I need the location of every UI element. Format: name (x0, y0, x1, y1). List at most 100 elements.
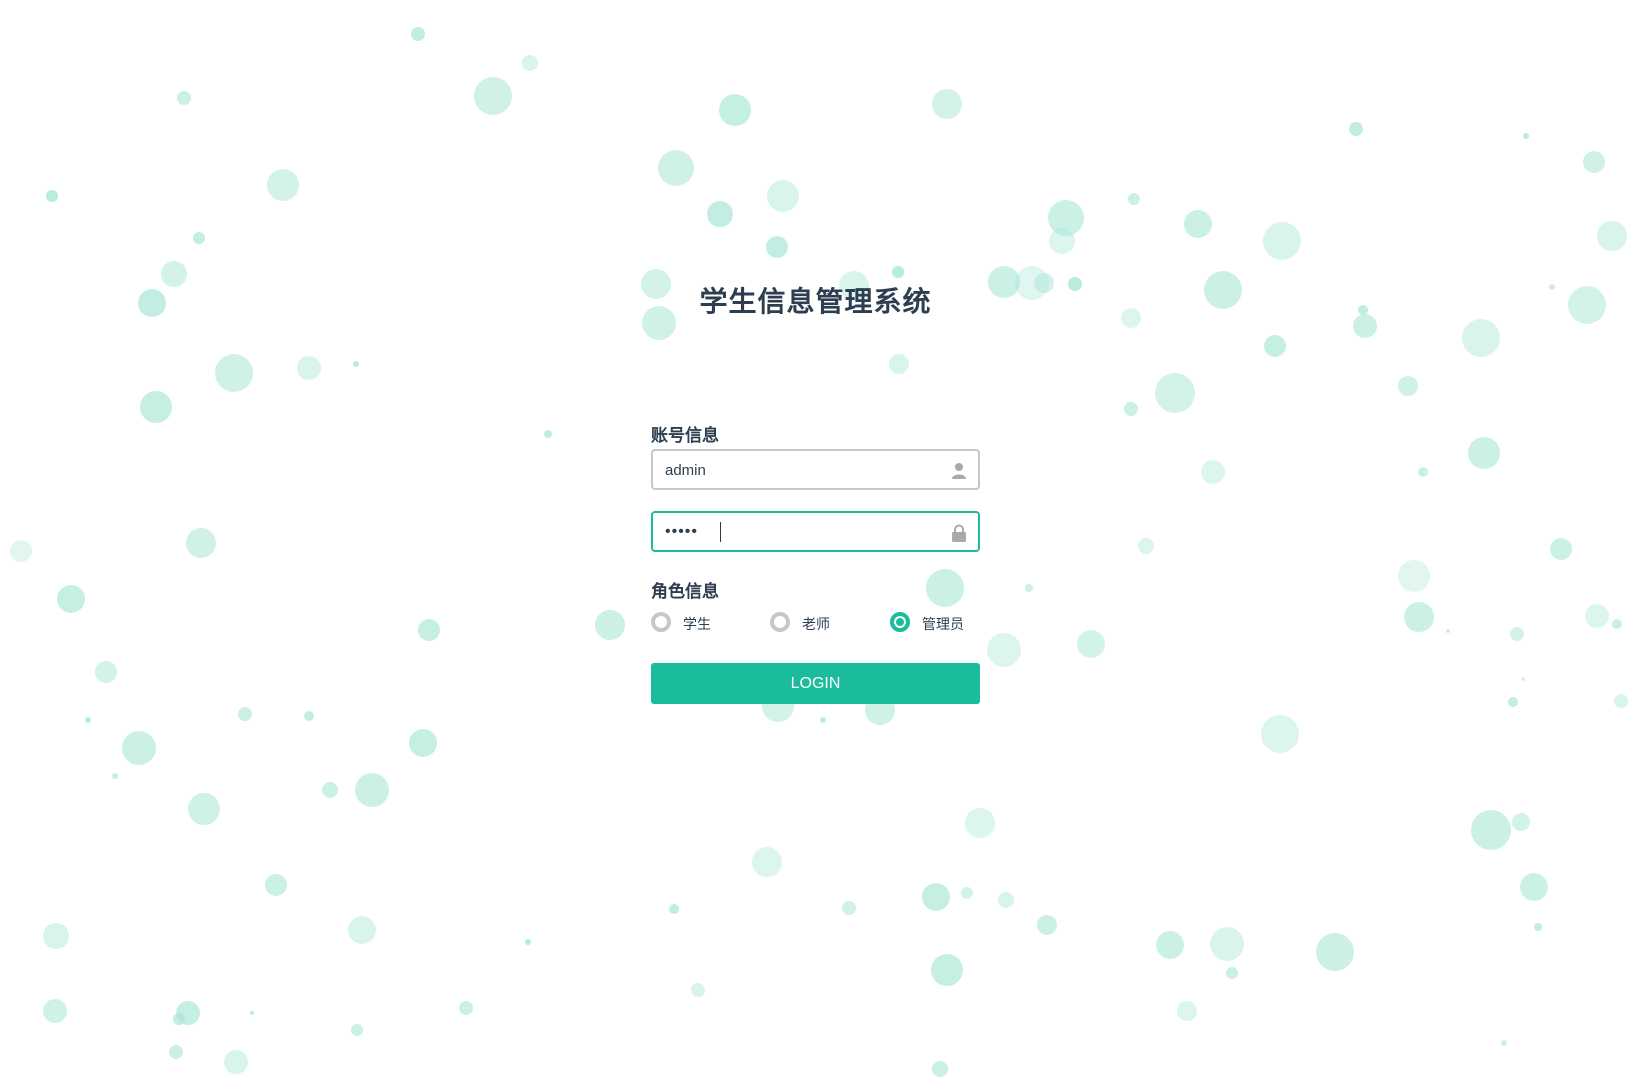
bubble-decoration (965, 808, 995, 838)
bubble-decoration (1398, 376, 1418, 396)
bubble-decoration (1358, 305, 1368, 315)
bubble-decoration (1614, 694, 1628, 708)
bubble-decoration (1068, 277, 1082, 291)
bubble-decoration (987, 633, 1021, 667)
bubble-decoration (889, 354, 909, 374)
password-value: ••••• (665, 523, 699, 540)
page-title: 学生信息管理系统 (699, 286, 932, 317)
bubble-decoration (418, 619, 440, 641)
radio-button-selected[interactable] (890, 612, 910, 632)
username-value: admin (665, 462, 706, 479)
bubble-decoration (752, 847, 782, 877)
bubble-decoration (1184, 210, 1212, 238)
bubble-decoration (95, 661, 117, 683)
bubble-decoration (1501, 1040, 1507, 1046)
bubble-decoration (1034, 273, 1054, 293)
bubble-decoration (1263, 222, 1301, 260)
bubble-decoration (1462, 319, 1500, 357)
bubble-decoration (215, 354, 253, 392)
bubble-decoration (998, 892, 1014, 908)
bubble-decoration (351, 1024, 363, 1036)
bubble-decoration (1404, 602, 1434, 632)
bubble-decoration (1510, 627, 1524, 641)
bubble-decoration (459, 1001, 473, 1015)
bubble-decoration (355, 773, 389, 807)
role-option-label: 老师 (802, 616, 830, 632)
bubble-decoration (474, 77, 512, 115)
user-icon (952, 463, 966, 479)
bubble-decoration (238, 707, 252, 721)
bubble-decoration (926, 569, 964, 607)
bubble-decoration (1204, 271, 1242, 309)
bubble-decoration (267, 169, 299, 201)
bubble-decoration (1612, 619, 1622, 629)
bubble-decoration (161, 261, 187, 287)
bubble-decoration (193, 232, 205, 244)
bubble-decoration (931, 954, 963, 986)
bubble-decoration (411, 27, 425, 41)
bubble-decoration (10, 540, 32, 562)
bubble-decoration (525, 939, 531, 945)
bubble-decoration (1155, 373, 1195, 413)
bubble-decoration (1353, 314, 1377, 338)
bubble-decoration (188, 793, 220, 825)
password-field[interactable]: ••••• (651, 511, 980, 552)
bubble-decoration (1264, 335, 1286, 357)
bubble-decoration (1534, 923, 1542, 931)
bubble-decoration (1597, 221, 1627, 251)
bubble-decoration (46, 190, 58, 202)
bubble-decoration (922, 883, 950, 911)
bubble-decoration (1210, 927, 1244, 961)
bubble-decoration (932, 1061, 948, 1077)
bubble-decoration (707, 201, 733, 227)
bubble-decoration (1121, 308, 1141, 328)
bubble-decoration (353, 361, 359, 367)
bubble-decoration (43, 999, 67, 1023)
role-option-label: 管理员 (922, 616, 964, 632)
bubble-decoration (304, 711, 314, 721)
bubble-decoration (1316, 933, 1354, 971)
bubble-decoration (658, 150, 694, 186)
bubble-decoration (186, 528, 216, 558)
bubble-decoration (1128, 193, 1140, 205)
bubble-decoration (842, 901, 856, 915)
bubble-decoration (138, 289, 166, 317)
bubble-decoration (1568, 286, 1606, 324)
login-button[interactable]: LOGIN (651, 663, 980, 704)
role-option-label: 学生 (683, 616, 711, 632)
bubble-decoration (1508, 697, 1518, 707)
bubble-decoration (691, 983, 705, 997)
bubble-decoration (1037, 915, 1057, 935)
bubble-decoration (595, 610, 625, 640)
bubble-decoration (1585, 604, 1609, 628)
bubble-decoration (1549, 284, 1555, 290)
bubble-decoration (669, 904, 679, 914)
bubble-decoration (1523, 133, 1529, 139)
radio-button[interactable] (770, 612, 790, 632)
username-field[interactable]: admin (651, 449, 980, 490)
bubble-decoration (57, 585, 85, 613)
bubble-decoration (1261, 715, 1299, 753)
bubble-decoration (766, 236, 788, 258)
bubble-decoration (265, 874, 287, 896)
bubble-decoration (892, 266, 904, 278)
role-radio-group: 学生 老师 管理员 (651, 611, 980, 633)
bubble-decoration (297, 356, 321, 380)
bubble-decoration (177, 91, 191, 105)
bubble-decoration (932, 89, 962, 119)
bubble-decoration (522, 55, 538, 71)
bubble-decoration (348, 916, 376, 944)
bubble-decoration (1583, 151, 1605, 173)
bubble-decoration (1124, 402, 1138, 416)
bubble-decoration (1521, 677, 1525, 681)
bubble-decoration (169, 1045, 183, 1059)
bubble-decoration (122, 731, 156, 765)
bubble-decoration (224, 1050, 248, 1074)
lock-icon (952, 524, 966, 542)
bubble-decoration (173, 1013, 185, 1025)
radio-button[interactable] (651, 612, 671, 632)
text-caret (720, 522, 721, 542)
bubble-decoration (544, 430, 552, 438)
bubble-decoration (322, 782, 338, 798)
bubble-decoration (43, 923, 69, 949)
